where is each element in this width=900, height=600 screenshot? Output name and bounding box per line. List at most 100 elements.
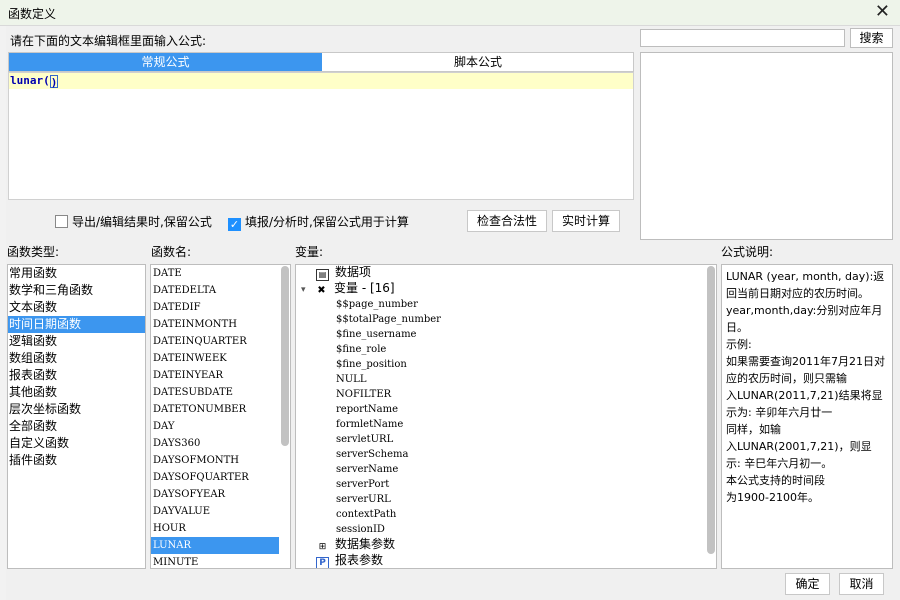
formula-description: LUNAR (year, month, day):返 回当前日期对应的农历时间。…: [721, 264, 893, 569]
window-title: 函数定义: [8, 7, 57, 21]
tab-regular-formula[interactable]: 常规公式: [9, 53, 322, 71]
fill-keep-formula-option[interactable]: ✓ 填报/分析时,保留公式用于计算: [228, 213, 409, 231]
variable-item[interactable]: $fine_username: [336, 327, 416, 342]
function-name-item[interactable]: DAYVALUE: [151, 503, 290, 520]
function-name-item[interactable]: DAYS360: [151, 435, 290, 452]
function-type-item[interactable]: 层次坐标函数: [8, 401, 145, 418]
function-name-item[interactable]: DATEDIF: [151, 299, 290, 316]
tab-script-formula[interactable]: 脚本公式: [322, 53, 634, 71]
description-line: year,month,day:分别对应年月: [726, 304, 883, 317]
function-type-item[interactable]: 逻辑函数: [8, 333, 145, 350]
formula-editor[interactable]: lunar(): [8, 72, 634, 200]
variable-item[interactable]: serverURL: [336, 492, 391, 507]
variable-item[interactable]: sessionID: [336, 522, 385, 537]
variable-item[interactable]: reportName: [336, 402, 398, 417]
tree-node-report-params[interactable]: P 报表参数: [316, 553, 383, 568]
function-type-item[interactable]: 数组函数: [8, 350, 145, 367]
variables-tree: ▤ 数据项 ▾ ✖ 变量 - [16] $$page_number $$totalPa…: [295, 264, 717, 569]
function-type-item-selected[interactable]: 时间日期函数: [8, 316, 145, 333]
tree-node-data-item[interactable]: ▤ 数据项: [316, 265, 372, 281]
description-line: 入LUNAR(2001,7,21)，则显: [726, 440, 872, 453]
function-name-item[interactable]: DATETONUMBER: [151, 401, 290, 418]
variable-item[interactable]: servletURL: [336, 432, 393, 447]
function-type-item[interactable]: 自定义函数: [8, 435, 145, 452]
ok-button[interactable]: 确定: [785, 573, 830, 595]
variable-item[interactable]: NOFILTER: [336, 387, 391, 402]
dataset-param-icon: ⊞: [318, 542, 327, 552]
variable-item[interactable]: $fine_role: [336, 342, 386, 357]
variable-item[interactable]: formletName: [336, 417, 403, 432]
realtime-calc-button[interactable]: 实时计算: [552, 210, 620, 232]
description-line: 本公式支持的时间段: [726, 474, 825, 487]
table-icon: ▤: [316, 269, 329, 281]
function-name-item[interactable]: DAY: [151, 418, 290, 435]
description-line: 日。: [726, 321, 748, 334]
variable-item[interactable]: NULL: [336, 372, 366, 387]
search-button[interactable]: 搜索: [850, 28, 893, 48]
variables-label: 变量:: [295, 245, 324, 259]
variable-item[interactable]: serverSchema: [336, 447, 408, 462]
function-type-item[interactable]: 其他函数: [8, 384, 145, 401]
cancel-button[interactable]: 取消: [839, 573, 884, 595]
function-type-item[interactable]: 数学和三角函数: [8, 282, 145, 299]
function-name-item[interactable]: DATEINQUARTER: [151, 333, 290, 350]
tree-node-label: 数据集参数: [335, 537, 396, 551]
description-line: 同样，如输: [726, 423, 781, 436]
function-type-item[interactable]: 常用函数: [8, 265, 145, 282]
function-type-list: 常用函数 数学和三角函数 文本函数 时间日期函数 逻辑函数 数组函数 报表函数 …: [7, 264, 146, 569]
fill-keep-formula-checkbox[interactable]: ✓: [228, 218, 241, 231]
fill-keep-formula-label: 填报/分析时,保留公式用于计算: [245, 215, 409, 229]
tree-node-label: 变量 - [16]: [334, 281, 395, 295]
search-input[interactable]: [640, 29, 845, 47]
formula-tabs: 常规公式 脚本公式: [8, 52, 634, 72]
tree-node-label: 报表参数: [335, 553, 384, 567]
export-keep-formula-option[interactable]: 导出/编辑结果时,保留公式: [55, 213, 212, 230]
export-keep-formula-checkbox[interactable]: [55, 215, 68, 228]
description-line: LUNAR (year, month, day):返: [726, 270, 885, 283]
formula-text[interactable]: lunar(): [10, 74, 59, 89]
close-icon[interactable]: ✕: [875, 2, 890, 22]
function-name-item[interactable]: HOUR: [151, 520, 290, 537]
function-type-item[interactable]: 文本函数: [8, 299, 145, 316]
function-type-item[interactable]: 报表函数: [8, 367, 145, 384]
title-bar: [0, 0, 900, 26]
formula-desc-label: 公式说明:: [721, 245, 774, 259]
description-line: 应的农历时间，则只需输: [726, 372, 847, 385]
chevron-down-icon[interactable]: ▾: [301, 283, 315, 298]
function-name-item-selected[interactable]: LUNAR: [151, 537, 279, 554]
description-line: 示: 辛巳年六月初一。: [726, 457, 833, 470]
variable-item[interactable]: $$totalPage_number: [336, 312, 441, 327]
editor-prompt: 请在下面的文本编辑框里面输入公式:: [10, 34, 207, 48]
tree-node-dataset-params[interactable]: ⊞ 数据集参数: [316, 537, 395, 552]
function-type-item[interactable]: 插件函数: [8, 452, 145, 469]
function-name-item[interactable]: MINUTE: [151, 554, 290, 568]
description-line: 如果需要查询2011年7月21日对: [726, 355, 885, 368]
variables-scrollbar[interactable]: [707, 266, 715, 554]
function-name-item[interactable]: DATEINYEAR: [151, 367, 290, 384]
function-name-scrollbar[interactable]: [281, 266, 289, 446]
function-name-item[interactable]: DATEINMONTH: [151, 316, 290, 333]
description-line: 入LUNAR(2011,7,21)结果将显: [726, 389, 883, 402]
function-name-list: DATE DATEDELTA DATEDIF DATEINMONTH DATEI…: [150, 264, 291, 569]
variable-item[interactable]: $$page_number: [336, 297, 418, 312]
variable-item[interactable]: serverName: [336, 462, 398, 477]
function-name-item[interactable]: DATEDELTA: [151, 282, 290, 299]
function-name-item[interactable]: DAYSOFYEAR: [151, 486, 290, 503]
current-line-highlight: [9, 73, 633, 89]
description-line: 为1900-2100年。: [726, 491, 819, 504]
description-line: 示为: 辛卯年六月廿一: [726, 406, 833, 419]
tree-node-variables[interactable]: ▾ ✖ 变量 - [16]: [301, 281, 395, 296]
formula-prefix: lunar(: [10, 74, 50, 87]
function-name-item[interactable]: DATE: [151, 265, 290, 282]
function-name-item[interactable]: DATEINWEEK: [151, 350, 290, 367]
function-name-item[interactable]: DAYSOFMONTH: [151, 452, 290, 469]
report-param-p-icon: P: [316, 557, 329, 568]
function-type-item[interactable]: 全部函数: [8, 418, 145, 435]
variable-item[interactable]: $fine_position: [336, 357, 407, 372]
function-name-item[interactable]: DATESUBDATE: [151, 384, 290, 401]
function-name-item[interactable]: DAYSOFQUARTER: [151, 469, 290, 486]
check-validity-button[interactable]: 检查合法性: [467, 210, 547, 232]
variable-item[interactable]: serverPort: [336, 477, 389, 492]
tree-node-label: 数据项: [335, 265, 372, 279]
variable-item[interactable]: contextPath: [336, 507, 396, 522]
